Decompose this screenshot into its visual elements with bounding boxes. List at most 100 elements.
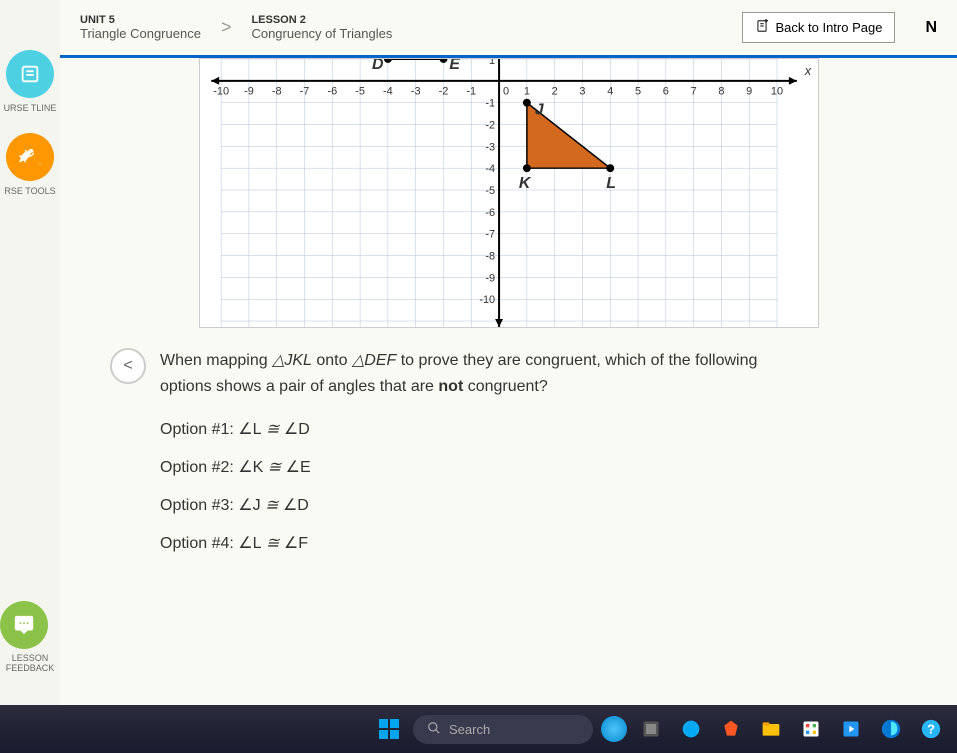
unit-title: Triangle Congruence <box>80 26 201 41</box>
svg-text:-2: -2 <box>485 119 495 131</box>
taskbar-app-8[interactable] <box>875 713 907 745</box>
svg-text:5: 5 <box>634 86 640 98</box>
svg-text:-4: -4 <box>383 86 393 98</box>
svg-text:-8: -8 <box>271 86 281 98</box>
svg-text:7: 7 <box>690 86 696 98</box>
main-content: UNIT 5 Triangle Congruence > LESSON 2 Co… <box>60 0 957 753</box>
svg-text:10: 10 <box>770 86 782 98</box>
question-suffix2: congruent? <box>463 378 548 395</box>
taskbar-app-1[interactable] <box>601 716 627 742</box>
option-3[interactable]: Option #3: ∠J ≅ ∠D <box>160 495 937 515</box>
svg-text:-10: -10 <box>213 86 229 98</box>
document-icon: + <box>755 19 769 36</box>
svg-text:-5: -5 <box>485 185 495 197</box>
taskbar-app-4[interactable] <box>715 713 747 745</box>
question-not: not <box>438 378 463 395</box>
taskbar-app-7[interactable] <box>835 713 867 745</box>
lesson-title: Congruency of Triangles <box>251 26 392 41</box>
back-to-intro-button[interactable]: + Back to Intro Page <box>742 12 895 43</box>
svg-text:-10: -10 <box>479 294 495 306</box>
breadcrumb-unit[interactable]: UNIT 5 Triangle Congruence <box>80 14 201 41</box>
outline-label: URSE TLINE <box>4 103 57 113</box>
option-label: Option #3: <box>160 497 234 514</box>
previous-button[interactable]: < <box>110 348 146 384</box>
option-rhs: ∠D <box>283 497 309 514</box>
svg-text:+: + <box>765 19 769 25</box>
lesson-feedback-icon[interactable] <box>0 601 48 649</box>
breadcrumb-right-char: N <box>925 19 937 37</box>
search-icon <box>427 721 441 738</box>
search-placeholder: Search <box>449 722 490 737</box>
svg-text:-4: -4 <box>485 163 495 175</box>
svg-text:-6: -6 <box>327 86 337 98</box>
breadcrumb-lesson[interactable]: LESSON 2 Congruency of Triangles <box>251 14 392 41</box>
svg-text:-2: -2 <box>438 86 448 98</box>
coordinate-graph: -10-9-8-7-6-5-4-3-2-1012345678910 1-1-2-… <box>199 58 819 328</box>
svg-text:3: 3 <box>579 86 585 98</box>
option-op: ≅ <box>266 421 279 438</box>
option-1[interactable]: Option #1: ∠L ≅ ∠D <box>160 419 937 439</box>
vertex-e-label: E <box>449 59 460 73</box>
vertex-k-label: K <box>518 175 531 192</box>
svg-text:-6: -6 <box>485 207 495 219</box>
vertex-d-label: D <box>372 59 384 73</box>
start-button[interactable] <box>373 713 405 745</box>
svg-text:-3: -3 <box>485 141 495 153</box>
course-outline-icon[interactable] <box>6 50 54 98</box>
svg-text:-3: -3 <box>410 86 420 98</box>
taskbar-search[interactable]: Search <box>413 715 593 744</box>
option-lhs: ∠L <box>238 421 261 438</box>
option-op: ≅ <box>265 497 278 514</box>
svg-text:2: 2 <box>551 86 557 98</box>
svg-text:1: 1 <box>523 86 529 98</box>
left-sidebar: URSE TLINE RSE TOOLS LESSON FEEDBACK <box>0 0 60 753</box>
option-lhs: ∠L <box>238 535 261 552</box>
svg-text:9: 9 <box>746 86 752 98</box>
breadcrumb-separator: > <box>221 17 232 38</box>
options-list: Option #1: ∠L ≅ ∠D Option #2: ∠K ≅ ∠E Op… <box>160 419 937 553</box>
svg-text:1: 1 <box>489 59 495 67</box>
taskbar-app-2[interactable] <box>635 713 667 745</box>
vertex-j-label: J <box>534 102 544 119</box>
option-4[interactable]: Option #4: ∠L ≅ ∠F <box>160 533 937 553</box>
svg-text:0: 0 <box>502 86 508 98</box>
question-prefix: When mapping <box>160 352 272 369</box>
svg-text:-9: -9 <box>244 86 254 98</box>
lesson-label: LESSON 2 <box>251 14 392 26</box>
option-label: Option #2: <box>160 459 234 476</box>
tools-label: RSE TOOLS <box>4 186 55 196</box>
svg-text:8: 8 <box>718 86 724 98</box>
svg-text:4: 4 <box>607 86 613 98</box>
taskbar-app-3[interactable] <box>675 713 707 745</box>
option-lhs: ∠K <box>238 459 263 476</box>
option-lhs: ∠J <box>238 497 260 514</box>
triangle-jkl: △JKL <box>272 352 312 369</box>
option-op: ≅ <box>268 459 281 476</box>
triangle-def: △DEF <box>352 352 396 369</box>
option-rhs: ∠D <box>284 421 310 438</box>
option-rhs: ∠E <box>286 459 311 476</box>
course-tools-icon[interactable] <box>6 133 54 181</box>
option-rhs: ∠F <box>284 535 308 552</box>
svg-text:6: 6 <box>662 86 668 98</box>
taskbar-app-5[interactable] <box>755 713 787 745</box>
vertex-l-label: L <box>606 175 616 192</box>
unit-label: UNIT 5 <box>80 14 201 26</box>
svg-text:-9: -9 <box>485 272 495 284</box>
taskbar: Search ? <box>0 705 957 753</box>
option-label: Option #1: <box>160 421 234 438</box>
windows-icon <box>379 719 399 739</box>
svg-text:-1: -1 <box>485 98 495 110</box>
svg-text:?: ? <box>927 722 935 737</box>
taskbar-app-9[interactable]: ? <box>915 713 947 745</box>
option-op: ≅ <box>266 535 279 552</box>
svg-text:-8: -8 <box>485 251 495 263</box>
question-text: When mapping △JKL onto △DEF to prove the… <box>160 348 760 399</box>
x-axis-label: x <box>803 63 811 78</box>
taskbar-app-6[interactable] <box>795 713 827 745</box>
option-2[interactable]: Option #2: ∠K ≅ ∠E <box>160 457 937 477</box>
breadcrumb: UNIT 5 Triangle Congruence > LESSON 2 Co… <box>60 0 957 58</box>
svg-text:-1: -1 <box>466 86 476 98</box>
question-mid: onto <box>312 352 352 369</box>
svg-text:-5: -5 <box>355 86 365 98</box>
